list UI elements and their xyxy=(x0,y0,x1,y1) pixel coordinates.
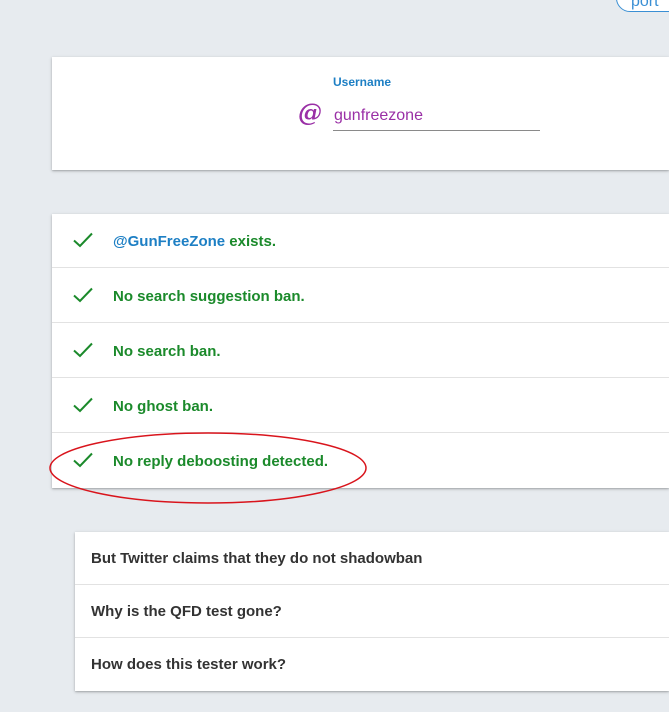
faq-item-shadowban-claim[interactable]: But Twitter claims that they do not shad… xyxy=(75,532,669,585)
at-sign-icon: @ xyxy=(298,98,322,127)
result-text: No ghost ban. xyxy=(113,398,213,415)
result-row-search-ban: No search ban. xyxy=(52,324,669,378)
result-text: No reply deboosting detected. xyxy=(113,453,329,470)
faq-question: But Twitter claims that they do not shad… xyxy=(91,550,423,567)
top-pill-label: port xyxy=(631,0,659,10)
result-text: No search ban. xyxy=(113,343,221,360)
result-text: @GunFreeZone exists. xyxy=(113,233,276,250)
check-icon xyxy=(73,287,93,303)
faq-card: But Twitter claims that they do not shad… xyxy=(75,532,669,691)
check-icon xyxy=(73,232,93,248)
check-icon xyxy=(73,397,93,413)
username-label: Username xyxy=(333,75,392,89)
check-icon xyxy=(73,342,93,358)
faq-question: Why is the QFD test gone? xyxy=(91,603,282,620)
top-pill-button[interactable]: port xyxy=(616,0,669,12)
result-row-exists: @GunFreeZone exists. xyxy=(52,214,669,268)
results-card: @GunFreeZone exists. No search suggestio… xyxy=(52,214,669,488)
faq-item-qfd-test[interactable]: Why is the QFD test gone? xyxy=(75,585,669,638)
result-row-search-suggestion: No search suggestion ban. xyxy=(52,269,669,323)
account-handle-link[interactable]: @GunFreeZone xyxy=(113,233,225,250)
result-text: No search suggestion ban. xyxy=(113,288,305,305)
username-input[interactable] xyxy=(333,101,540,131)
result-row-ghost-ban: No ghost ban. xyxy=(52,379,669,433)
check-icon xyxy=(73,452,93,468)
faq-item-how-tester-works[interactable]: How does this tester work? xyxy=(75,638,669,691)
username-card: Username @ xyxy=(52,57,669,170)
faq-question: How does this tester work? xyxy=(91,656,287,673)
result-suffix: exists. xyxy=(225,233,277,250)
result-row-reply-deboosting: No reply deboosting detected. xyxy=(52,434,669,488)
